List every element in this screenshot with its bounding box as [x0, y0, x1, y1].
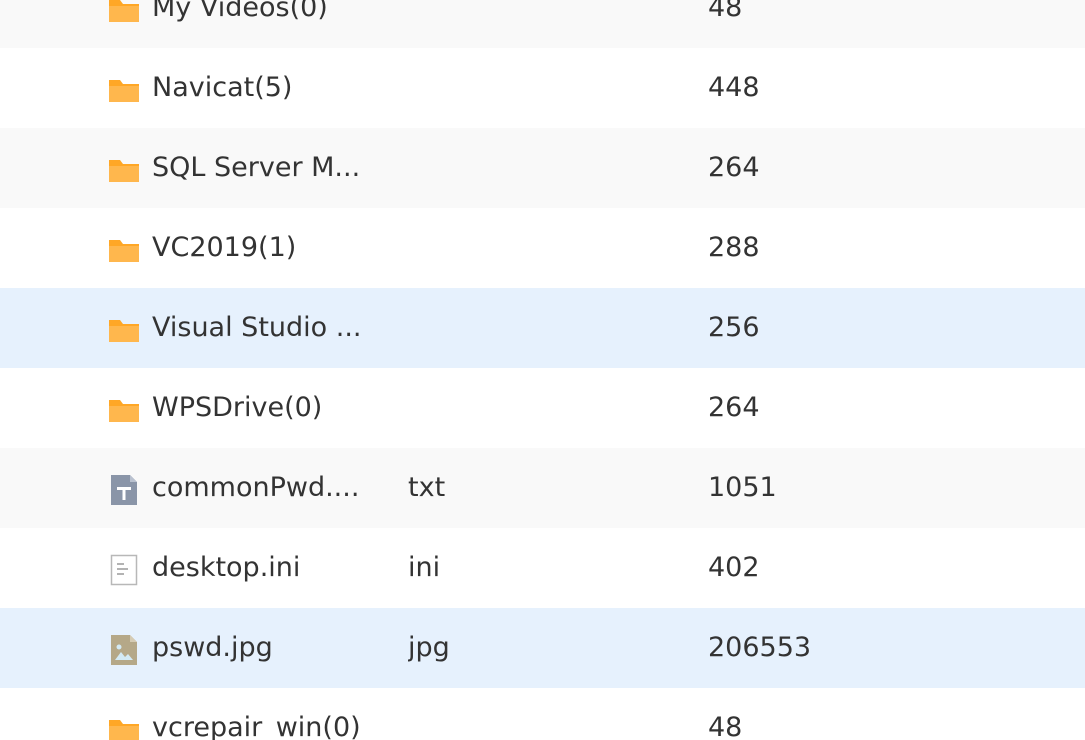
folder-icon — [108, 0, 140, 26]
file-name: pswd.jpg — [152, 632, 273, 663]
folder-icon — [108, 714, 140, 740]
file-type — [408, 128, 608, 208]
folder-icon — [108, 394, 140, 426]
file-size: 206553 — [708, 632, 812, 663]
image-file-icon — [108, 634, 140, 666]
file-row-sql-server[interactable]: SQL Server M... 264 — [0, 128, 1085, 208]
file-name: SQL Server M... — [152, 152, 361, 183]
file-type — [408, 368, 608, 448]
file-name: My Videos(0) — [152, 0, 328, 23]
file-type — [408, 48, 608, 128]
file-size: 48 — [708, 712, 743, 740]
file-size: 288 — [708, 232, 760, 263]
file-type — [408, 0, 608, 48]
file-name: commonPwd.... — [152, 472, 360, 503]
folder-icon — [108, 314, 140, 346]
file-name: Navicat(5) — [152, 72, 293, 103]
file-row-desktop-ini[interactable]: desktop.ini ini 402 — [0, 528, 1085, 608]
file-row-pswd-jpg[interactable]: pswd.jpg jpg 206553 — [0, 608, 1085, 688]
file-size: 264 — [708, 152, 760, 183]
file-name: VC2019(1) — [152, 232, 297, 263]
ini-file-icon — [108, 554, 140, 586]
file-size: 264 — [708, 392, 760, 423]
file-row-navicat[interactable]: Navicat(5) 448 — [0, 48, 1085, 128]
folder-icon — [108, 234, 140, 266]
file-row-vcrepair[interactable]: vcrepair_win(0) 48 — [0, 688, 1085, 740]
file-row-visual-studio[interactable]: Visual Studio ... 256 — [0, 288, 1085, 368]
file-row-vc2019[interactable]: VC2019(1) 288 — [0, 208, 1085, 288]
file-row-my-videos[interactable]: My Videos(0) 48 — [0, 0, 1085, 48]
file-size: 256 — [708, 312, 760, 343]
file-type: jpg — [408, 632, 450, 663]
file-list: My Videos(0) 48 Navicat(5) 448 SQL Serve… — [0, 0, 1085, 740]
folder-icon — [108, 154, 140, 186]
file-size: 448 — [708, 72, 760, 103]
file-size: 402 — [708, 552, 760, 583]
file-row-wpsdrive[interactable]: WPSDrive(0) 264 — [0, 368, 1085, 448]
file-name: Visual Studio ... — [152, 312, 362, 343]
file-type — [408, 208, 608, 288]
file-size: 48 — [708, 0, 743, 23]
file-type: ini — [408, 552, 441, 583]
file-name: vcrepair_win(0) — [152, 712, 361, 740]
file-rows: My Videos(0) 48 Navicat(5) 448 SQL Serve… — [0, 0, 1085, 740]
file-size: 1051 — [708, 472, 777, 503]
file-row-commonpwd[interactable]: commonPwd.... txt 1051 — [0, 448, 1085, 528]
file-name: WPSDrive(0) — [152, 392, 323, 423]
folder-icon — [108, 74, 140, 106]
file-name: desktop.ini — [152, 552, 301, 583]
file-type: txt — [408, 472, 446, 503]
text-file-icon — [108, 474, 140, 506]
file-type — [408, 688, 608, 740]
file-type — [408, 288, 608, 368]
